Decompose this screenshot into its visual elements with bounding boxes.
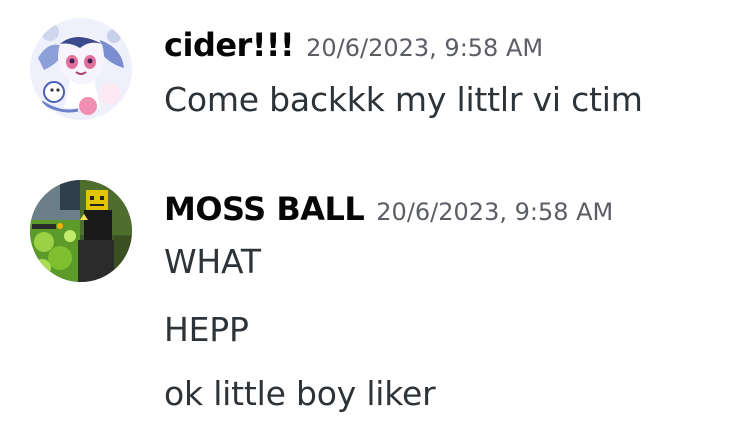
message-group: MOSS BALL 20/6/2023, 9:58 AM WHAT HEPP ok… [0, 160, 750, 440]
message-group: cider!!! 20/6/2023, 9:58 AM Come backkk m… [0, 0, 750, 150]
username[interactable]: cider!!! [164, 26, 295, 64]
message-text: HEPP [164, 310, 249, 349]
user-avatar[interactable] [30, 180, 132, 282]
username[interactable]: MOSS BALL [164, 190, 365, 228]
user-avatar[interactable] [30, 18, 132, 120]
timestamp: 20/6/2023, 9:58 AM [306, 34, 544, 62]
message-text: ok little boy liker [164, 374, 436, 413]
anime-character-avatar-icon [30, 18, 132, 120]
chat-log: cider!!! 20/6/2023, 9:58 AM Come backkk m… [0, 0, 750, 440]
message-header: cider!!! 20/6/2023, 9:58 AM [164, 26, 543, 64]
timestamp: 20/6/2023, 9:58 AM [376, 198, 614, 226]
message-text: WHAT [164, 242, 261, 281]
message-text: Come backkk my littlr vi ctim [164, 80, 643, 119]
message-header: MOSS BALL 20/6/2023, 9:58 AM [164, 190, 613, 228]
game-screenshot-avatar-icon [30, 180, 132, 282]
